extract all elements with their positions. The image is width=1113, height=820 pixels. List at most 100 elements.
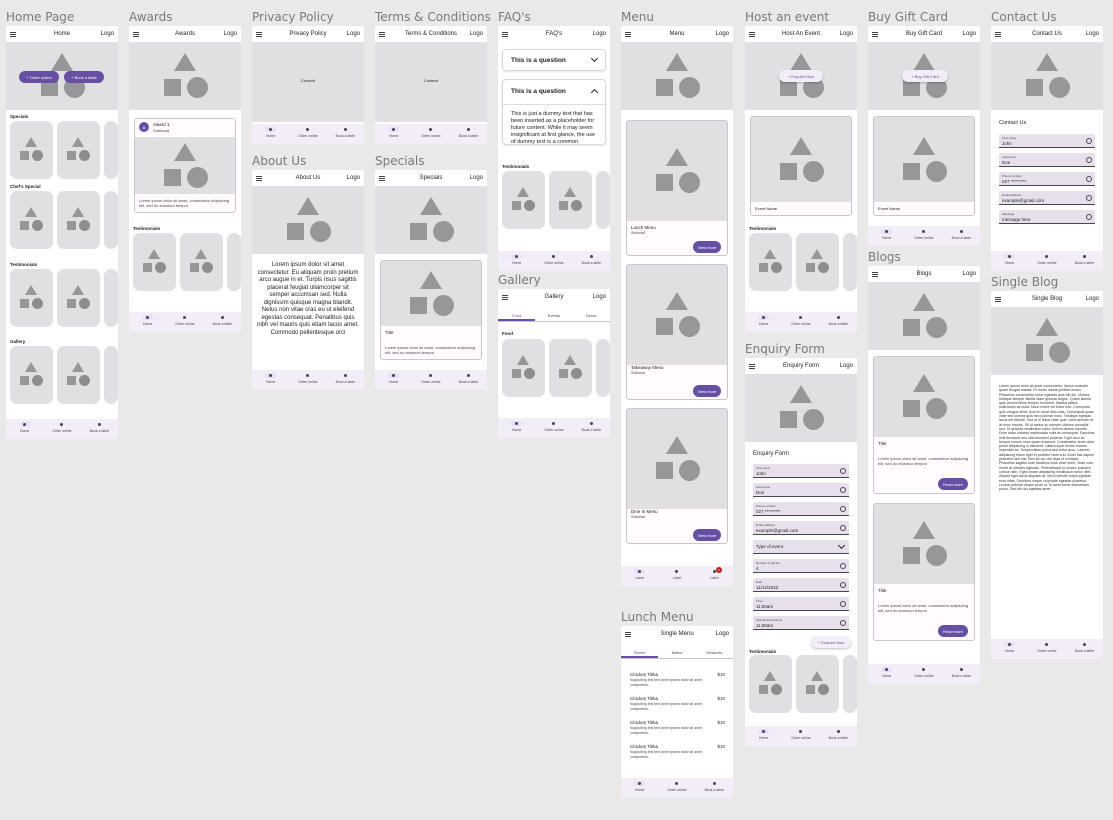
time-field[interactable]: Time 11:50am xyxy=(753,597,849,611)
testimonials-carousel[interactable] xyxy=(749,655,857,713)
card[interactable] xyxy=(57,121,100,179)
logo[interactable]: Logo xyxy=(963,31,976,37)
logo[interactable]: Logo xyxy=(593,31,606,37)
nav-order-online[interactable]: Order online xyxy=(170,315,200,326)
menu-icon[interactable] xyxy=(379,175,385,181)
card[interactable] xyxy=(104,346,118,404)
first-name-field[interactable]: First name John xyxy=(753,464,849,478)
card[interactable] xyxy=(502,171,545,229)
nav-label[interactable]: Label xyxy=(662,569,692,580)
nav-book-table[interactable]: Book a table xyxy=(84,422,114,433)
nav-home[interactable]: Home xyxy=(625,781,655,792)
nav-order-online[interactable]: Order online xyxy=(539,254,569,265)
logo[interactable]: Logo xyxy=(716,31,729,37)
nav-home[interactable]: Home xyxy=(872,229,902,240)
gallery-carousel[interactable] xyxy=(502,339,610,397)
menu-icon[interactable] xyxy=(256,175,262,181)
card[interactable] xyxy=(133,233,176,291)
logo[interactable]: Logo xyxy=(470,175,483,181)
card[interactable] xyxy=(180,233,223,291)
menu-icon[interactable] xyxy=(133,31,139,37)
nav-order-online[interactable]: Order online xyxy=(662,781,692,792)
card[interactable] xyxy=(796,655,839,713)
menu-icon[interactable] xyxy=(995,31,1001,37)
buy-gift-card-button[interactable]: + Buy Gift Card xyxy=(902,70,948,82)
card[interactable] xyxy=(104,121,118,179)
logo[interactable]: Logo xyxy=(840,363,853,369)
nav-order-online[interactable]: Order online xyxy=(293,373,323,384)
logo[interactable]: Logo xyxy=(1086,296,1099,302)
enquire-now-button[interactable]: + Enquire Now xyxy=(811,636,851,648)
view-more-button[interactable]: View more xyxy=(693,385,721,397)
testimonials-carousel[interactable] xyxy=(502,171,610,229)
menu-card[interactable]: Dine In Menu Subhead View more xyxy=(626,408,728,544)
nav-order-online[interactable]: Order online xyxy=(786,729,816,740)
menu-icon[interactable] xyxy=(749,363,755,369)
nav-home[interactable]: Home xyxy=(872,667,902,678)
nav-book-table[interactable]: Book a table xyxy=(1069,642,1099,653)
enquire-now-button[interactable]: + Enquire Now xyxy=(779,70,823,82)
card[interactable] xyxy=(57,346,100,404)
card[interactable] xyxy=(10,346,53,404)
card[interactable] xyxy=(502,339,545,397)
card[interactable] xyxy=(104,191,118,249)
book-table-button[interactable]: + Book a table xyxy=(64,71,104,83)
nav-home[interactable]: Home xyxy=(256,127,286,138)
nav-order-online[interactable]: Order online xyxy=(416,127,446,138)
nav-book-table[interactable]: Book a table xyxy=(330,127,360,138)
nav-order-online[interactable]: Order online xyxy=(1032,254,1062,265)
nav-label[interactable]: 3 Label xyxy=(699,567,729,580)
nav-home[interactable]: Home xyxy=(379,127,409,138)
card[interactable] xyxy=(843,655,857,713)
faq-item-expanded[interactable]: This is a question This is just a dummy … xyxy=(502,79,606,145)
logo[interactable]: Logo xyxy=(101,31,114,37)
logo[interactable]: Logo xyxy=(347,175,360,181)
card[interactable] xyxy=(596,339,610,397)
card[interactable] xyxy=(10,269,53,327)
card[interactable] xyxy=(749,233,792,291)
nav-order-online[interactable]: Order online xyxy=(47,422,77,433)
card[interactable] xyxy=(104,269,118,327)
order-online-button[interactable]: + Order online xyxy=(19,71,59,83)
event-type-select[interactable]: Type of event xyxy=(753,540,849,554)
date-field[interactable]: Date 11/12/2022 xyxy=(753,578,849,592)
menu-icon[interactable] xyxy=(872,31,878,37)
tab-food[interactable]: Food xyxy=(498,309,536,321)
chefs-special-carousel[interactable] xyxy=(10,191,118,249)
logo[interactable]: Logo xyxy=(224,31,237,37)
menu-icon[interactable] xyxy=(625,31,631,37)
blog-card[interactable]: Title Lorem ipsum dolor sit amet, consec… xyxy=(873,503,975,641)
last-name-field[interactable]: Last name Doe xyxy=(753,483,849,497)
chevron-up-icon[interactable] xyxy=(590,88,599,97)
logo[interactable]: Logo xyxy=(593,294,606,300)
nav-home[interactable]: Home xyxy=(502,254,532,265)
nav-order-online[interactable]: Order online xyxy=(539,421,569,432)
first-name-field[interactable]: First name John xyxy=(999,134,1095,148)
menu-icon[interactable] xyxy=(502,294,508,300)
nav-book-table[interactable]: Book a table xyxy=(207,315,237,326)
nav-book-table[interactable]: Book a table xyxy=(453,373,483,384)
nav-order-online[interactable]: Order online xyxy=(909,229,939,240)
menu-icon[interactable] xyxy=(995,296,1001,302)
nav-home[interactable]: Home xyxy=(749,729,779,740)
card[interactable] xyxy=(749,655,792,713)
card[interactable] xyxy=(57,191,100,249)
nav-book-table[interactable]: Book a table xyxy=(1069,254,1099,265)
menu-icon[interactable] xyxy=(379,31,385,37)
logo[interactable]: Logo xyxy=(840,31,853,37)
read-more-button[interactable]: Read more xyxy=(938,625,968,637)
gallery-carousel[interactable] xyxy=(10,346,118,404)
menu-item[interactable]: Chicken Tikka Supporting line text lorem … xyxy=(630,672,725,692)
nav-label[interactable]: Label xyxy=(625,569,655,580)
logo[interactable]: Logo xyxy=(716,631,729,637)
phone-field[interactable]: Phone number 027 ********* xyxy=(999,172,1095,186)
nav-order-online[interactable]: Order online xyxy=(416,373,446,384)
nav-home[interactable]: Home xyxy=(379,373,409,384)
testimonials-carousel[interactable] xyxy=(133,233,241,291)
nav-home[interactable]: Home xyxy=(995,642,1025,653)
nav-book-table[interactable]: Book a table xyxy=(330,373,360,384)
menu-item[interactable]: Chicken Tikka Supporting line text lorem … xyxy=(630,696,725,716)
phone-field[interactable]: Phone number 027 ********* xyxy=(753,502,849,516)
card[interactable] xyxy=(227,233,241,291)
last-name-field[interactable]: Last name Doe xyxy=(999,153,1095,167)
